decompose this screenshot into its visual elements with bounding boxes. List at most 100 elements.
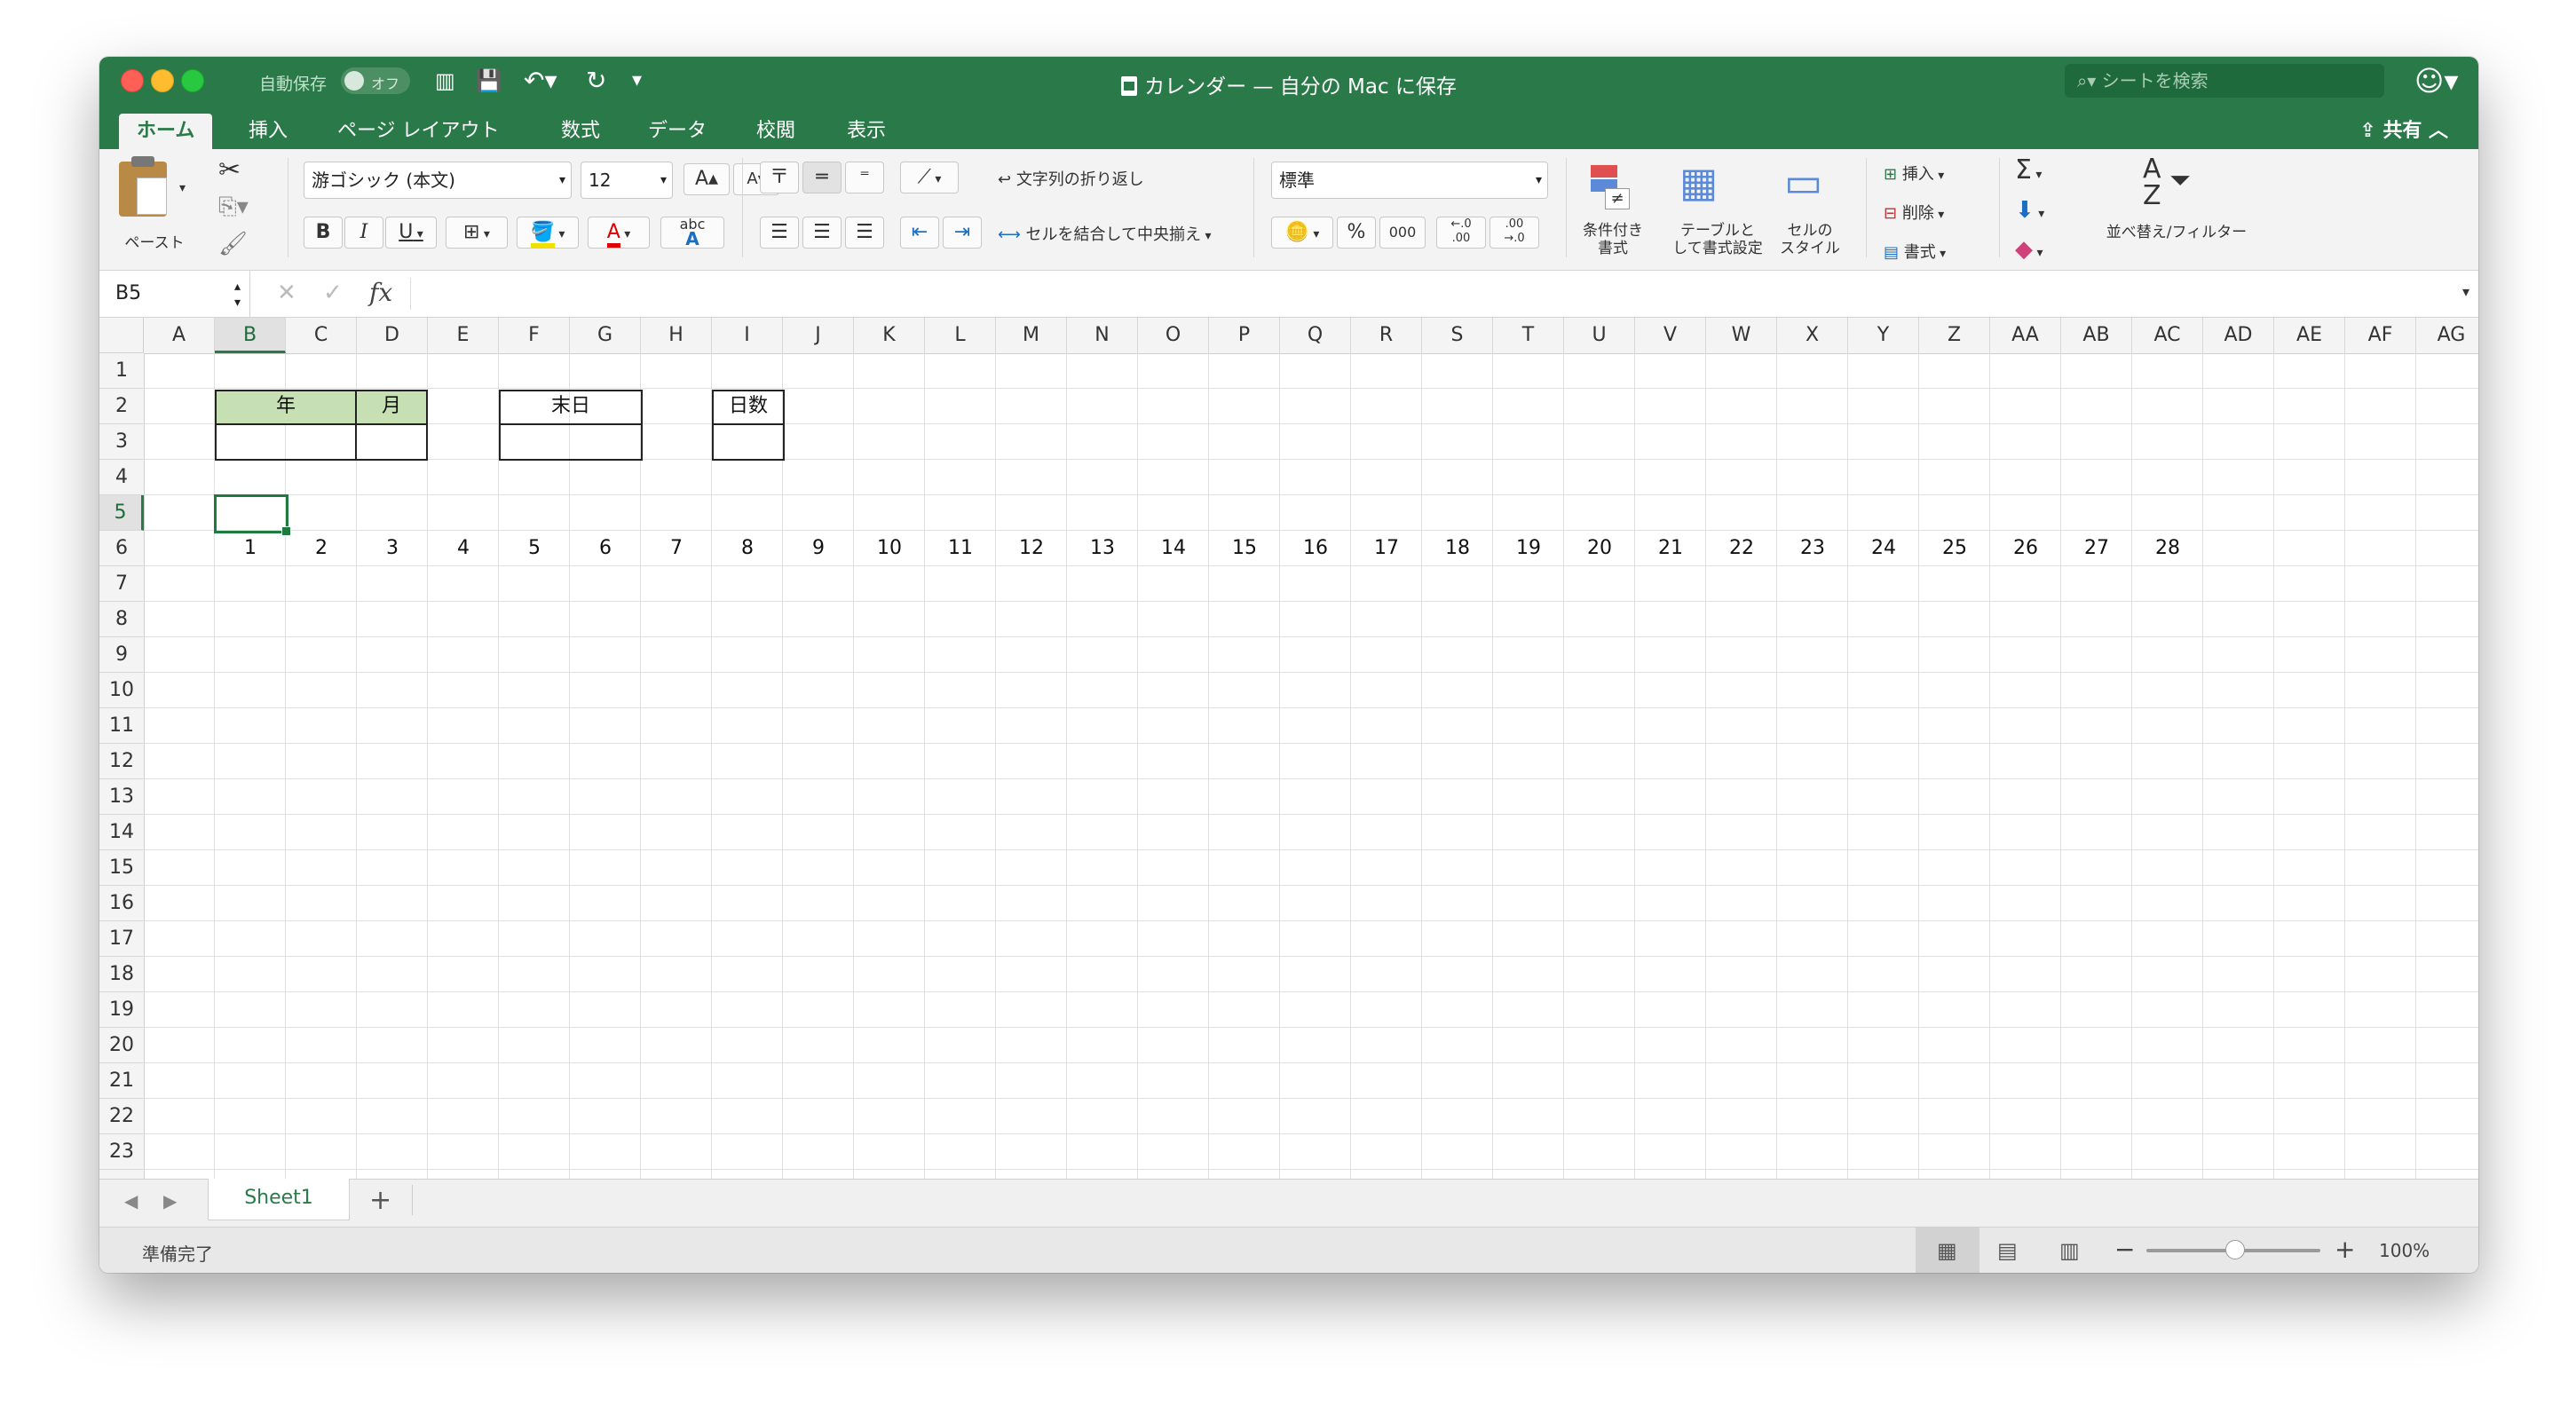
format-as-table-icon[interactable]: ▦ <box>1679 158 1718 206</box>
column-header[interactable]: A <box>144 318 215 353</box>
autosum-icon[interactable]: Σ ▾ <box>2015 154 2042 186</box>
row-header[interactable]: 11 <box>99 708 144 744</box>
day-number-cell[interactable]: 22 <box>1706 531 1777 566</box>
sheet-tab-sheet1[interactable]: Sheet1 <box>208 1179 350 1220</box>
column-header[interactable]: P <box>1209 318 1280 353</box>
copy-icon[interactable]: ⎘▾ <box>218 193 249 221</box>
day-number-cell[interactable]: 6 <box>570 531 641 566</box>
column-header[interactable]: Y <box>1848 318 1919 353</box>
tab-formulas[interactable]: 数式 <box>561 114 600 149</box>
tab-data[interactable]: データ <box>648 114 707 149</box>
column-header[interactable]: AC <box>2132 318 2203 353</box>
cut-icon[interactable]: ✂ <box>218 154 241 186</box>
fill-color-button[interactable]: 🪣 ▾ <box>517 217 579 249</box>
row-header[interactable]: 19 <box>99 992 144 1028</box>
merge-center-button[interactable]: ⟷ セルを結合して中央揃え ▾ <box>998 222 1211 245</box>
align-left-button[interactable]: ☰ <box>760 217 799 249</box>
day-number-cell[interactable]: 13 <box>1067 531 1138 566</box>
orientation-button[interactable]: ⟋ ▾ <box>900 162 959 193</box>
tab-home[interactable]: ホーム <box>119 114 213 149</box>
share-button[interactable]: ⇪ 共有 ︿ <box>2359 114 2448 149</box>
paste-dropdown-icon[interactable]: ▾ <box>179 181 186 195</box>
cancel-entry-icon[interactable]: ✕ <box>277 280 296 306</box>
page-layout-view-icon[interactable]: ▤ <box>1997 1238 2018 1263</box>
row-header[interactable]: 22 <box>99 1099 144 1134</box>
column-header[interactable]: H <box>641 318 712 353</box>
row-header[interactable]: 9 <box>99 637 144 673</box>
day-number-cell[interactable]: 28 <box>2132 531 2203 566</box>
column-header[interactable]: X <box>1777 318 1848 353</box>
column-header[interactable]: AB <box>2061 318 2132 353</box>
tab-page-layout[interactable]: ページ レイアウト <box>337 114 500 149</box>
font-color-button[interactable]: A ▾ <box>588 217 650 249</box>
italic-button[interactable]: I <box>344 217 383 249</box>
sort-filter-icon[interactable]: AZ <box>2143 156 2161 209</box>
underline-button[interactable]: U ▾ <box>385 217 437 249</box>
column-header[interactable]: S <box>1422 318 1493 353</box>
confirm-entry-icon[interactable]: ✓ <box>323 280 343 306</box>
align-center-button[interactable]: ☰ <box>802 217 842 249</box>
row-header[interactable]: 20 <box>99 1028 144 1063</box>
increase-indent-button[interactable]: ⇥ <box>943 217 982 249</box>
day-number-cell[interactable]: 9 <box>783 531 854 566</box>
day-number-cell[interactable]: 25 <box>1919 531 1990 566</box>
font-name-select[interactable]: 游ゴシック (本文) ▾ <box>304 162 572 199</box>
column-header[interactable]: R <box>1351 318 1422 353</box>
row-header[interactable]: 23 <box>99 1134 144 1170</box>
row-header[interactable]: 13 <box>99 779 144 815</box>
column-header[interactable]: G <box>570 318 641 353</box>
page-break-view-icon[interactable]: ▥ <box>2059 1238 2080 1263</box>
row-header[interactable]: 12 <box>99 744 144 779</box>
day-number-cell[interactable]: 10 <box>854 531 925 566</box>
fill-icon[interactable]: ⬇ ▾ <box>2015 197 2044 224</box>
end-day-input-cell[interactable] <box>499 423 643 461</box>
column-header[interactable]: M <box>996 318 1067 353</box>
collapse-ribbon-icon[interactable]: ︿ <box>2422 120 2448 142</box>
prev-sheet-icon[interactable]: ◀ <box>124 1190 138 1212</box>
day-number-cell[interactable]: 24 <box>1848 531 1919 566</box>
formula-input[interactable] <box>419 271 2452 317</box>
column-header[interactable]: I <box>712 318 783 353</box>
day-number-cell[interactable]: 16 <box>1280 531 1351 566</box>
align-bottom-button[interactable]: ⁼ <box>845 162 884 193</box>
day-count-input-cell[interactable] <box>712 423 785 461</box>
percent-button[interactable]: % <box>1337 217 1376 249</box>
paste-icon[interactable] <box>119 156 167 217</box>
font-size-select[interactable]: 12 ▾ <box>581 162 673 199</box>
column-header[interactable]: Q <box>1280 318 1351 353</box>
row-header[interactable]: 4 <box>99 460 144 495</box>
day-number-cell[interactable]: 4 <box>428 531 499 566</box>
day-number-cell[interactable]: 17 <box>1351 531 1422 566</box>
column-header[interactable]: AD <box>2203 318 2274 353</box>
row-header[interactable]: 3 <box>99 424 144 460</box>
zoom-out-button[interactable]: − <box>2114 1235 2135 1264</box>
column-header[interactable]: K <box>854 318 925 353</box>
insert-cells-button[interactable]: ⊞ 挿入 ▾ <box>1884 162 1944 185</box>
row-header[interactable]: 2 <box>99 389 144 424</box>
day-number-cell[interactable]: 11 <box>925 531 996 566</box>
wrap-text-button[interactable]: ↩ 文字列の折り返し <box>998 167 1144 190</box>
day-number-cell[interactable]: 5 <box>499 531 570 566</box>
decrease-indent-button[interactable]: ⇤ <box>900 217 939 249</box>
feedback-smiley-icon[interactable]: ☺▾ <box>2414 64 2458 98</box>
day-number-cell[interactable]: 19 <box>1493 531 1564 566</box>
borders-button[interactable]: ⊞ ▾ <box>446 217 508 249</box>
align-right-button[interactable]: ☰ <box>845 217 884 249</box>
day-number-cell[interactable]: 15 <box>1209 531 1280 566</box>
tab-view[interactable]: 表示 <box>847 114 886 149</box>
conditional-formatting-button[interactable]: 条件付き 書式 <box>1573 222 1653 257</box>
column-header[interactable]: W <box>1706 318 1777 353</box>
normal-view-button[interactable]: ▦ <box>1916 1227 1979 1273</box>
day-number-cell[interactable]: 7 <box>641 531 712 566</box>
column-header[interactable]: F <box>499 318 570 353</box>
format-as-table-button[interactable]: テーブルと して書式設定 <box>1662 222 1774 257</box>
column-header[interactable]: Z <box>1919 318 1990 353</box>
row-header[interactable]: 10 <box>99 673 144 708</box>
row-header[interactable]: 17 <box>99 921 144 957</box>
day-number-cell[interactable]: 21 <box>1635 531 1706 566</box>
expand-formula-bar-icon[interactable]: ▾ <box>2462 283 2469 300</box>
delete-cells-button[interactable]: ⊟ 削除 ▾ <box>1884 201 1944 224</box>
sort-filter-button[interactable]: 並べ替え/フィルター <box>2088 224 2265 241</box>
row-header[interactable]: 21 <box>99 1063 144 1099</box>
cell-styles-button[interactable]: セルの スタイル <box>1772 222 1848 257</box>
